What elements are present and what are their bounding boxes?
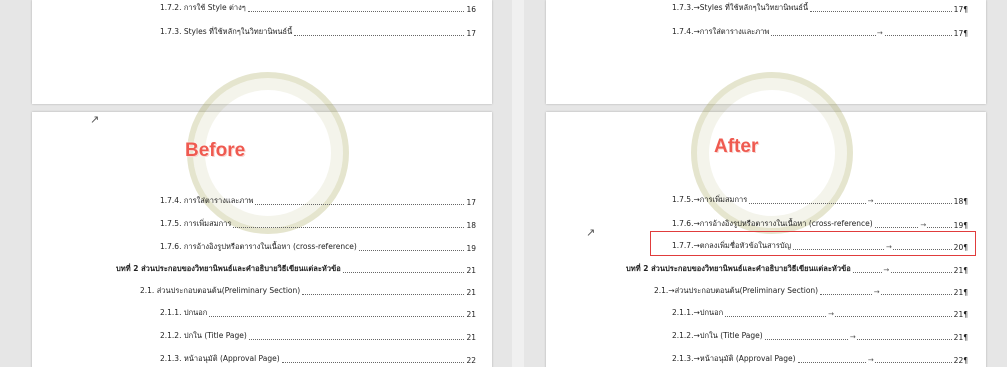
- mouse-pointer-icon: ↗: [586, 226, 596, 239]
- pane-divider: [512, 0, 524, 367]
- before-toc-entry-top-0[interactable]: 1.7.2. การใช้ Style ต่างๆ 16: [160, 2, 476, 14]
- before-toc-entry[interactable]: 2.1.1. ปกนอก 21: [160, 307, 476, 319]
- after-toc-entry[interactable]: 1.7.6.→การอ้างอิงรูปหรือตารางในเนื้อหา (…: [672, 218, 968, 230]
- after-toc-entry[interactable]: 2.1.→ส่วนประกอบตอนต้น(Preliminary Sectio…: [654, 285, 968, 297]
- before-toc-entry[interactable]: 1.7.4. การใส่ตารางและภาพ 17: [160, 195, 476, 207]
- before-toc-entry[interactable]: 2.1. ส่วนประกอบตอนต้น(Preliminary Sectio…: [140, 285, 476, 297]
- before-page-bottom: Before 1.7.4. การใส่ตารางและภาพ 17 1.7.5.…: [32, 72, 492, 367]
- after-label: After: [714, 136, 759, 157]
- after-toc-entry[interactable]: 2.1.1.→ปกนอก → 21¶: [672, 307, 968, 319]
- before-page-top: 1.7.2. การใช้ Style ต่างๆ 16 1.7.3. Style…: [32, 0, 492, 104]
- after-page-top: 1.7.3.→Styles ที่ใช้หลักๆในวิทยานิพนธ์นี…: [546, 0, 986, 104]
- after-toc-entry-top-0[interactable]: 1.7.3.→Styles ที่ใช้หลักๆในวิทยานิพนธ์นี…: [672, 2, 968, 14]
- after-page-bottom: After 1.7.5.→การเพิ่มสมการ → 18¶ 1.7.6.→กา…: [546, 72, 986, 367]
- after-toc-entry[interactable]: 1.7.5.→การเพิ่มสมการ → 18¶: [672, 194, 968, 206]
- mouse-pointer-icon: ↗: [90, 113, 100, 126]
- after-toc-chapter[interactable]: บทที่ 2 ส่วนประกอบของวิทยานิพนธ์และคำอธิ…: [626, 263, 968, 275]
- new-entry-highlight-box: [650, 231, 976, 256]
- after-toc-entry-top-1[interactable]: 1.7.4.→การใส่ตารางและภาพ → 17¶: [672, 26, 968, 38]
- after-toc-entry[interactable]: 2.1.3.→หน้าอนุมัติ (Approval Page) → 22¶: [672, 353, 968, 365]
- before-pane: 1.7.2. การใช้ Style ต่างๆ 16 1.7.3. Style…: [0, 0, 512, 367]
- before-toc-entry[interactable]: 1.7.6. การอ้างอิงรูปหรือตารางในเนื้อหา (…: [160, 241, 476, 253]
- before-toc-entry-top-1[interactable]: 1.7.3. Styles ที่ใช้หลักๆในวิทยานิพนธ์นี…: [160, 26, 476, 38]
- before-label: Before: [185, 140, 246, 161]
- before-toc-chapter[interactable]: บทที่ 2 ส่วนประกอบของวิทยานิพนธ์และคำอธิ…: [116, 263, 476, 275]
- after-toc-entry[interactable]: 2.1.2.→ปกใน (Title Page) → 21¶: [672, 330, 968, 342]
- after-pane: 1.7.3.→Styles ที่ใช้หลักๆในวิทยานิพนธ์นี…: [524, 0, 1007, 367]
- before-toc-entry[interactable]: 2.1.3. หน้าอนุมัติ (Approval Page) 22: [160, 353, 476, 365]
- before-toc-entry[interactable]: 1.7.5. การเพิ่มสมการ 18: [160, 218, 476, 230]
- before-toc-entry[interactable]: 2.1.2. ปกใน (Title Page) 21: [160, 330, 476, 342]
